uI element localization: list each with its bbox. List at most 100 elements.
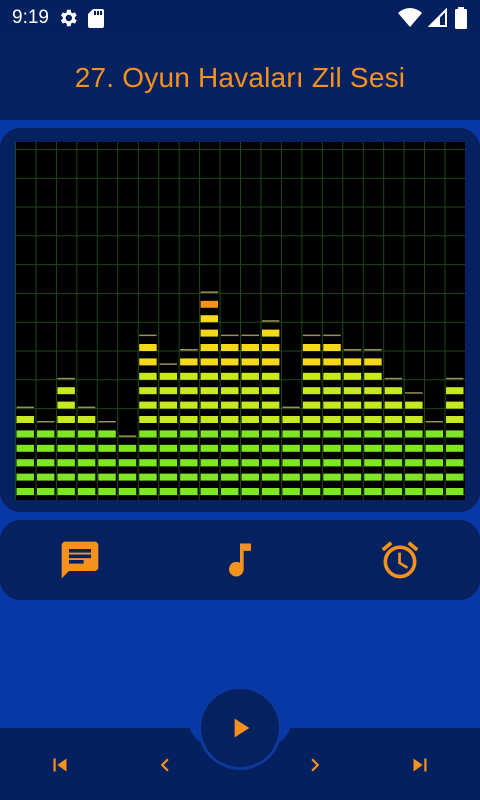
equalizer-peak-cap [343,349,362,351]
equalizer-segment [139,444,157,452]
skip-previous-button[interactable] [43,748,77,782]
equalizer-segment [180,416,198,423]
equalizer-segment [302,401,321,409]
equalizer-segment [364,459,382,467]
equalizer-bar [98,421,116,495]
next-button[interactable] [298,748,332,782]
equalizer-segment [302,358,321,366]
equalizer-segment [98,488,116,495]
equalizer-bar [221,334,239,495]
equalizer-segment [57,416,75,423]
equalizer-segment [36,444,55,452]
equalizer-bar [77,406,96,495]
equalizer-peak-cap [261,320,280,322]
equalizer-segment [180,430,198,438]
equalizer-segment [159,401,178,409]
equalizer-bar [446,377,464,495]
equalizer-segment [384,459,403,467]
equalizer-segment [323,473,341,481]
equalizer-segment [118,459,137,467]
equalizer-segment [261,344,280,351]
equalizer-segment [139,488,157,495]
equalizer-bar [302,334,321,495]
equalizer-segment [302,488,321,495]
action-bar [0,520,480,600]
equalizer-segment [446,430,464,438]
previous-button[interactable] [148,748,182,782]
equalizer-bar [241,334,259,495]
equalizer-bar [16,406,34,495]
equalizer-segment [302,459,321,467]
equalizer-segment [57,401,75,409]
equalizer-segment [139,344,157,351]
equalizer-segment [159,372,178,380]
equalizer-segment [364,416,382,423]
equalizer-segment [16,488,34,495]
equalizer-segment [221,387,239,395]
equalizer-segment [98,444,116,452]
equalizer-segment [57,459,75,467]
equalizer-segment [302,387,321,395]
equalizer-segment [98,459,116,467]
equalizer-peak-cap [200,291,219,293]
ringtone-button[interactable] [218,538,262,582]
page-title: 27. Oyun Havaları Zil Sesi [74,62,406,93]
equalizer-segment [159,387,178,395]
equalizer-segment [425,488,444,495]
equalizer-segment [118,473,137,481]
equalizer-segment [221,372,239,380]
equalizer-segment [221,358,239,366]
equalizer-segment [323,444,341,452]
equalizer-segment [302,430,321,438]
equalizer-segment [364,473,382,481]
equalizer-segment [118,444,137,452]
equalizer-segment [241,401,259,409]
status-bar: 9:19 [0,0,480,36]
equalizer-segment [139,358,157,366]
equalizer-bar [282,406,300,495]
equalizer-segment [241,473,259,481]
equalizer-segment [343,358,362,366]
equalizer-segment [405,430,423,438]
equalizer-segment [159,488,178,495]
equalizer-segment [323,401,341,409]
equalizer-bar [405,392,423,495]
equalizer-peak-cap [57,377,75,380]
equalizer-bar [384,377,403,495]
skip-next-button[interactable] [403,748,437,782]
equalizer-segment [446,473,464,481]
equalizer-peak-cap [159,363,178,365]
equalizer-bar [323,334,341,495]
settings-gear-icon [57,7,79,29]
equalizer-segment [241,416,259,423]
alarm-button[interactable] [378,538,422,582]
equalizer-segment [57,473,75,481]
play-button[interactable] [198,686,282,770]
music-note-icon [218,538,262,582]
equalizer-segment [221,430,239,438]
message-button[interactable] [58,538,102,582]
equalizer-peak-cap [139,334,157,337]
equalizer-segment [384,444,403,452]
equalizer-segment [159,473,178,481]
equalizer-segment [77,430,96,438]
equalizer-segment [16,444,34,452]
equalizer-graph [15,142,465,500]
equalizer-segment [241,488,259,495]
equalizer-segment [180,358,198,366]
equalizer-peak-cap [425,421,444,423]
equalizer-segment [180,401,198,409]
equalizer-segment [446,459,464,467]
equalizer-segment [221,459,239,467]
equalizer-segment [446,416,464,423]
battery-icon [454,7,468,29]
equalizer-segment [261,430,280,438]
equalizer-segment [323,344,341,351]
equalizer-segment [241,358,259,366]
equalizer-segment [323,358,341,366]
wifi-icon [398,8,422,28]
equalizer-segment [200,344,219,351]
equalizer-segment [180,459,198,467]
equalizer-segment [139,473,157,481]
visualizer-card [0,128,480,512]
